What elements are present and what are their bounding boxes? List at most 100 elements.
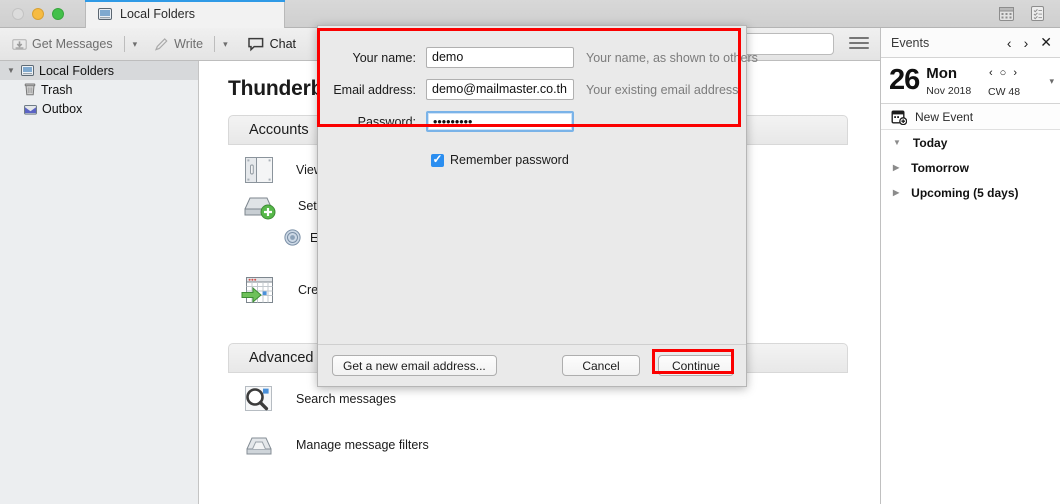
chat-bubble-icon (247, 37, 265, 52)
your-name-hint: Your name, as shown to others (586, 50, 758, 65)
folder-label: Outbox (42, 101, 83, 116)
dialog-footer: Get a new email address... Cancel Contin… (318, 344, 746, 386)
new-event-icon (891, 109, 907, 125)
tasks-icon[interactable] (1029, 5, 1046, 22)
password-label: Password: (357, 114, 416, 129)
pencil-icon (154, 37, 169, 52)
folder-row-trash[interactable]: Trash (0, 80, 198, 99)
chat-label: Chat (269, 37, 296, 51)
create-calendar-item[interactable]: Crea (240, 273, 325, 307)
setup-account-item[interactable]: Set u (240, 189, 327, 223)
password-row: Password: ••••••••• (330, 111, 574, 132)
events-header: Events ‹ › ✕ (881, 28, 1060, 58)
your-name-input[interactable]: demo (426, 47, 574, 68)
new-event-button[interactable]: New Event (881, 104, 1060, 130)
trash-icon (24, 83, 36, 96)
remember-password-label: Remember password (450, 153, 569, 167)
email-address-input[interactable]: demo@mailmaster.co.th (426, 79, 574, 100)
folder-icon (98, 8, 112, 20)
close-window-button[interactable] (12, 8, 24, 20)
today-icon[interactable]: ○ (1000, 67, 1007, 79)
date-text: Mon Nov 2018 (926, 64, 972, 97)
get-messages-button[interactable]: Get Messages (6, 34, 119, 55)
message-filters-icon (242, 431, 276, 459)
new-account-icon (240, 189, 278, 223)
outbox-icon (24, 103, 37, 115)
password-input[interactable]: ••••••••• (426, 111, 574, 132)
day-number: 26 (889, 64, 920, 96)
date-nav: ‹ ○ › (989, 67, 1017, 79)
item-label: Search messages (296, 392, 397, 406)
email-address-row: Email address: demo@mailmaster.co.th You… (330, 79, 738, 100)
events-group-upcoming[interactable]: ▶ Upcoming (5 days) (881, 180, 1060, 205)
date-prev-icon[interactable]: ‹ (989, 67, 993, 79)
calendar-icon[interactable] (998, 5, 1015, 22)
your-name-label: Your name: (352, 50, 416, 65)
maximize-window-button[interactable] (52, 8, 64, 20)
chevron-down-icon[interactable]: ▾ (130, 39, 141, 50)
twisty-collapsed-icon[interactable]: ▶ (893, 163, 899, 172)
dialog-body: Your name: demo Your name, as shown to o… (318, 26, 758, 346)
folder-label: Local Folders (39, 63, 115, 78)
new-event-label: New Event (915, 109, 974, 124)
title-bar: Local Folders (0, 0, 1060, 28)
account-settings-icon (242, 153, 276, 187)
get-messages-label: Get Messages (32, 37, 113, 51)
events-group-today[interactable]: ▼ Today (881, 130, 1060, 155)
remember-password-checkbox[interactable] (431, 152, 444, 167)
toolbar-divider (214, 36, 216, 52)
minimize-window-button[interactable] (32, 8, 44, 20)
download-messages-icon (12, 37, 27, 52)
events-date-bar: 26 Mon Nov 2018 ‹ ○ › CW 48 ▾ (881, 58, 1060, 104)
group-label: Today (912, 135, 948, 150)
folder-row-outbox[interactable]: Outbox (0, 99, 198, 118)
twisty-collapsed-icon[interactable]: ▶ (893, 188, 899, 197)
close-icon[interactable]: ✕ (1040, 34, 1052, 51)
twisty-expanded-icon[interactable]: ▼ (6, 66, 16, 75)
thunderbird-window: ◣ mail master ◣ mail master ◣ mail maste… (0, 0, 1060, 504)
month-year: Nov 2018 (926, 84, 972, 97)
chevron-down-icon[interactable]: ▾ (220, 39, 231, 50)
your-name-row: Your name: demo Your name, as shown to o… (330, 47, 758, 68)
message-filters-item[interactable]: Manage message filters (242, 431, 429, 459)
twisty-expanded-icon[interactable]: ▼ (893, 138, 901, 147)
folder-pane: ▼ Local Folders Trash Outbox (0, 61, 199, 504)
folder-label: Trash (41, 82, 73, 97)
remember-password-row[interactable]: Remember password (431, 152, 569, 167)
continue-button[interactable]: Continue (658, 355, 734, 376)
write-button[interactable]: Write (148, 34, 209, 55)
chevron-down-icon[interactable]: ▾ (1049, 76, 1054, 87)
mail-account-setup-dialog: Your name: demo Your name, as shown to o… (317, 25, 758, 387)
search-messages-icon (242, 383, 276, 415)
events-nav: ‹ › ✕ (1007, 34, 1052, 51)
tab-label: Local Folders (120, 7, 196, 21)
events-title: Events (891, 35, 930, 50)
search-messages-item[interactable]: Search messages (242, 383, 396, 415)
email-address-label: Email address: (333, 82, 416, 97)
prev-icon[interactable]: ‹ (1007, 35, 1012, 51)
write-label: Write (174, 37, 204, 51)
local-folders-icon (21, 65, 34, 76)
calendar-new-icon (240, 273, 278, 307)
next-icon[interactable]: › (1024, 35, 1029, 51)
titlebar-icons (998, 5, 1046, 22)
chat-button[interactable]: Chat (242, 34, 302, 55)
email-icon (284, 229, 301, 246)
view-settings-item[interactable]: View (242, 153, 323, 187)
weekday: Mon (926, 64, 958, 82)
folder-row-local-folders[interactable]: ▼ Local Folders (0, 61, 198, 80)
calendar-week: CW 48 (988, 86, 1021, 98)
item-label: Manage message filters (296, 438, 429, 452)
group-label: Upcoming (5 days) (911, 185, 1019, 200)
events-pane: Events ‹ › ✕ 26 Mon Nov 2018 ‹ ○ › CW 48… (880, 28, 1060, 504)
group-label: Tomorrow (911, 160, 969, 175)
tab-local-folders[interactable]: Local Folders (85, 0, 285, 28)
cancel-button[interactable]: Cancel (562, 355, 640, 376)
events-group-tomorrow[interactable]: ▶ Tomorrow (881, 155, 1060, 180)
email-address-hint: Your existing email address (586, 82, 739, 97)
get-new-email-button[interactable]: Get a new email address... (332, 355, 497, 376)
app-menu-button[interactable] (849, 34, 869, 54)
toolbar-divider (123, 36, 125, 52)
date-next-icon[interactable]: › (1013, 67, 1017, 79)
window-controls (12, 8, 64, 20)
